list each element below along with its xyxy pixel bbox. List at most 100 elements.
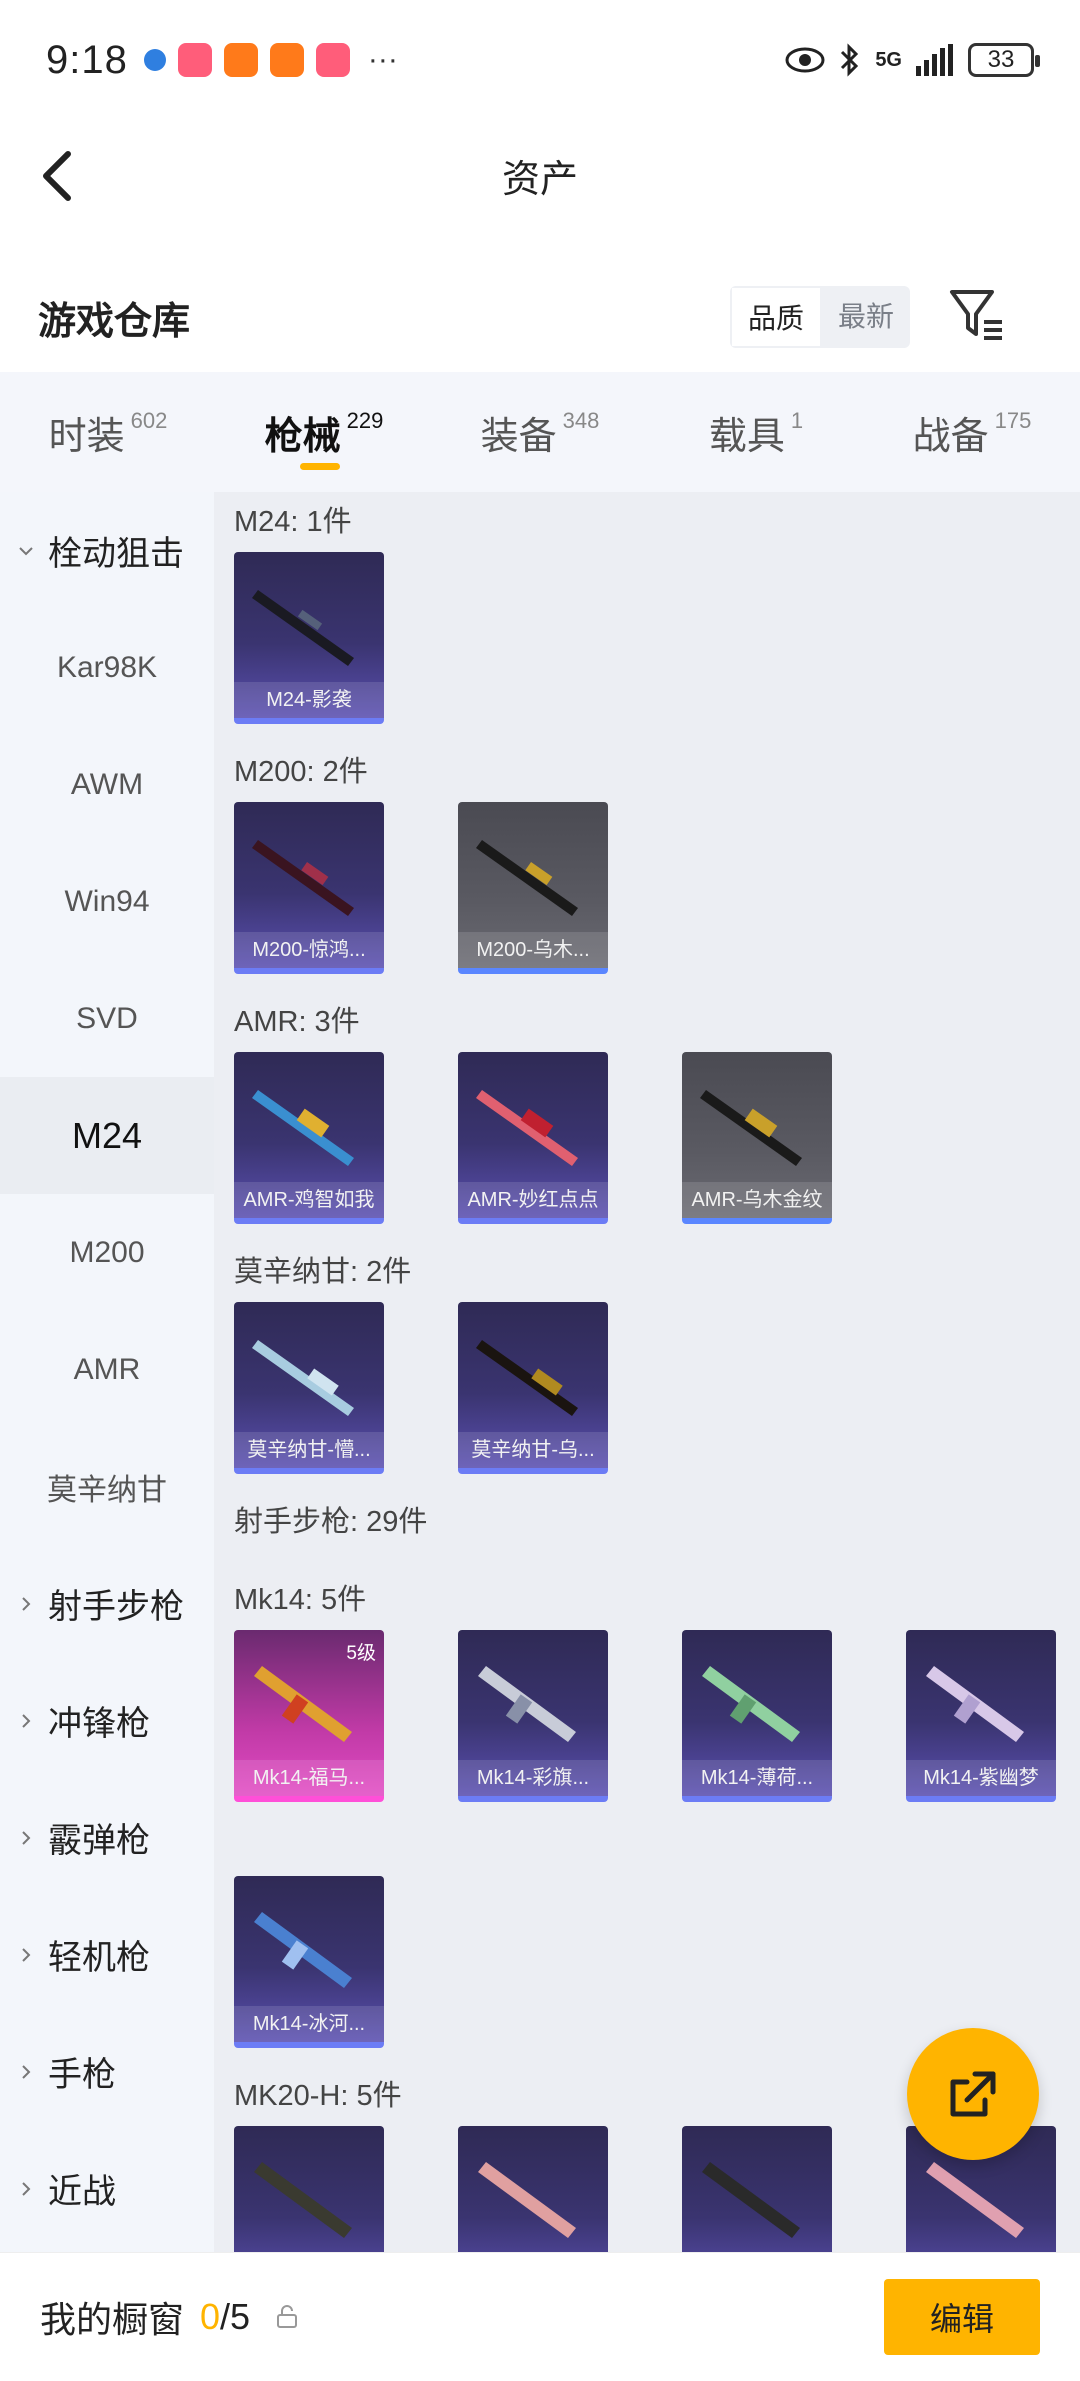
sort-latest-button[interactable]: 最新 [822, 286, 910, 348]
sidebar-item-label: Win94 [64, 884, 150, 918]
rifle-image [478, 1666, 576, 1742]
weapon-card-name: 莫辛纳甘-乌... [458, 1432, 608, 1468]
sidebar-item-label: 手枪 [48, 2056, 116, 2094]
sidebar-item-bolt-sniper[interactable]: 栓动狙击 [0, 492, 214, 609]
sidebar-item-label: M24 [71, 1114, 143, 1156]
weapon-card[interactable]: 莫辛纳甘-懵... [234, 1302, 384, 1474]
tab-equipment[interactable]: 装备 348 [432, 372, 648, 492]
tab-supplies[interactable]: 战备 175 [864, 372, 1080, 492]
weapon-card[interactable] [234, 2126, 384, 2252]
sidebar-item-mosin[interactable]: 莫辛纳甘 [0, 1428, 214, 1545]
sidebar-item-label: SVD [76, 1001, 138, 1035]
share-button[interactable] [907, 2028, 1039, 2160]
sidebar-item-awm[interactable]: AWM [0, 726, 214, 843]
rifle-image [478, 2162, 576, 2238]
browser-notification-icon [143, 49, 166, 71]
sidebar-item-label: 近战 [48, 2173, 116, 2211]
weapon-card[interactable]: AMR-鸡智如我 [234, 1052, 384, 1224]
weapon-card-name: Mk14-彩旗... [458, 1760, 608, 1796]
signal-icon [916, 44, 953, 76]
sidebar-item-label: 栓动狙击 [48, 535, 184, 573]
rifle-image [254, 1666, 352, 1742]
edit-button[interactable]: 编辑 [884, 2279, 1040, 2355]
showcase-count: 0/5 [200, 2296, 250, 2338]
weapon-card[interactable]: 5级 Mk14-福马... [234, 1630, 384, 1802]
network-type: 5G [875, 48, 902, 71]
chevron-right-icon [22, 1830, 31, 1845]
tab-count: 229 [346, 408, 384, 433]
page-title: 资产 [501, 158, 578, 201]
tab-vehicles[interactable]: 载具 1 [648, 372, 864, 492]
sidebar-item-lmg[interactable]: 轻机枪 [0, 1896, 214, 2013]
sidebar-item-label: Kar98K [56, 650, 158, 684]
rifle-image [926, 1666, 1024, 1742]
showcase-count-current: 0 [200, 2296, 221, 2337]
chevron-right-icon [22, 1947, 31, 1962]
tab-fashion[interactable]: 时装 602 [0, 372, 216, 492]
sidebar-item-kar98k[interactable]: Kar98K [0, 609, 214, 726]
sidebar-item-amr[interactable]: AMR [0, 1311, 214, 1428]
tab-count: 1 [790, 408, 804, 433]
weapon-card[interactable]: AMR-妙红点点 [458, 1052, 608, 1224]
rifle-image [252, 1340, 354, 1416]
chevron-down-icon [19, 546, 33, 555]
weapon-card[interactable]: 莫辛纳甘-乌... [458, 1302, 608, 1474]
weapon-card[interactable]: Mk14-彩旗... [458, 1630, 608, 1802]
weapon-card[interactable] [458, 2126, 608, 2252]
section-label: MK20-H: 5件 [234, 2080, 402, 2112]
weapon-card-name: AMR-鸡智如我 [234, 1182, 384, 1218]
tab-label: 枪械 [264, 415, 341, 458]
sidebar-item-melee[interactable]: 近战 [0, 2130, 214, 2247]
weapon-category-sidebar: 栓动狙击 Kar98K AWM Win94 SVD M24 M200 AMR 莫… [0, 492, 214, 2252]
app-notification-icon [315, 43, 350, 77]
sidebar-item-shotgun[interactable]: 霰弹枪 [0, 1779, 214, 1896]
chevron-right-icon [22, 1596, 31, 1611]
weapon-grid: M24: 1件 M24-影袭 M200: 2件 M200-惊鸿... M200-… [214, 492, 1080, 2252]
active-tab-indicator [300, 463, 340, 470]
filter-icon[interactable] [948, 284, 1006, 346]
share-external-icon [950, 2071, 996, 2117]
weapon-card[interactable]: M200-惊鸿... [234, 802, 384, 974]
app-notification-icon [177, 43, 212, 77]
sort-quality-button[interactable]: 品质 [730, 286, 823, 348]
back-arrow-icon[interactable] [34, 148, 86, 204]
weapon-card[interactable]: Mk14-冰河... [234, 1876, 384, 2048]
weapon-card-name: 莫辛纳甘-懵... [234, 1432, 384, 1468]
sidebar-item-label: 冲锋枪 [48, 1705, 150, 1743]
weapon-card-name: Mk14-紫幽梦 [906, 1760, 1056, 1796]
weapon-card[interactable]: AMR-乌木金纹 [682, 1052, 832, 1224]
sidebar-item-win94[interactable]: Win94 [0, 843, 214, 960]
rifle-image [476, 840, 578, 916]
app-notification-icon [223, 43, 258, 77]
weapon-card[interactable]: M200-乌木... [458, 802, 608, 974]
showcase-bar: 我的橱窗 0/5 编辑 [0, 2252, 1080, 2381]
sidebar-item-marksman[interactable]: 射手步枪 [0, 1545, 214, 1662]
sidebar-item-pistol[interactable]: 手枪 [0, 2013, 214, 2130]
sidebar-item-m24[interactable]: M24 [0, 1077, 214, 1194]
app-header: 资产 [0, 120, 1080, 230]
rifle-image [702, 1666, 800, 1742]
sidebar-item-svd[interactable]: SVD [0, 960, 214, 1077]
weapon-card[interactable] [682, 2126, 832, 2252]
sidebar-item-label: AMR [73, 1352, 141, 1386]
sidebar-item-m200[interactable]: M200 [0, 1194, 214, 1311]
notification-icons: ··· [143, 43, 398, 77]
weapon-card-name: M24-影袭 [234, 682, 384, 718]
rifle-image [476, 1090, 578, 1166]
sidebar-item-smg[interactable]: 冲锋枪 [0, 1662, 214, 1779]
section-label: M200: 2件 [234, 756, 368, 788]
tab-count: 602 [130, 408, 168, 433]
section-label: 射手步枪: 29件 [234, 1506, 428, 1538]
sidebar-item-label: 轻机枪 [48, 1939, 150, 1977]
tab-firearms[interactable]: 枪械 229 [216, 372, 432, 492]
section-label: AMR: 3件 [234, 1006, 360, 1038]
weapon-card[interactable]: Mk14-薄荷... [682, 1630, 832, 1802]
sort-toggle: 品质 最新 [730, 286, 911, 348]
bluetooth-icon [841, 43, 859, 77]
tab-label: 时装 [48, 415, 125, 458]
weapon-card[interactable]: M24-影袭 [234, 552, 384, 724]
weapon-card-name: AMR-妙红点点 [458, 1182, 608, 1218]
weapon-card[interactable]: Mk14-紫幽梦 [906, 1630, 1056, 1802]
rifle-image [252, 1090, 354, 1166]
rifle-image [702, 2162, 800, 2238]
